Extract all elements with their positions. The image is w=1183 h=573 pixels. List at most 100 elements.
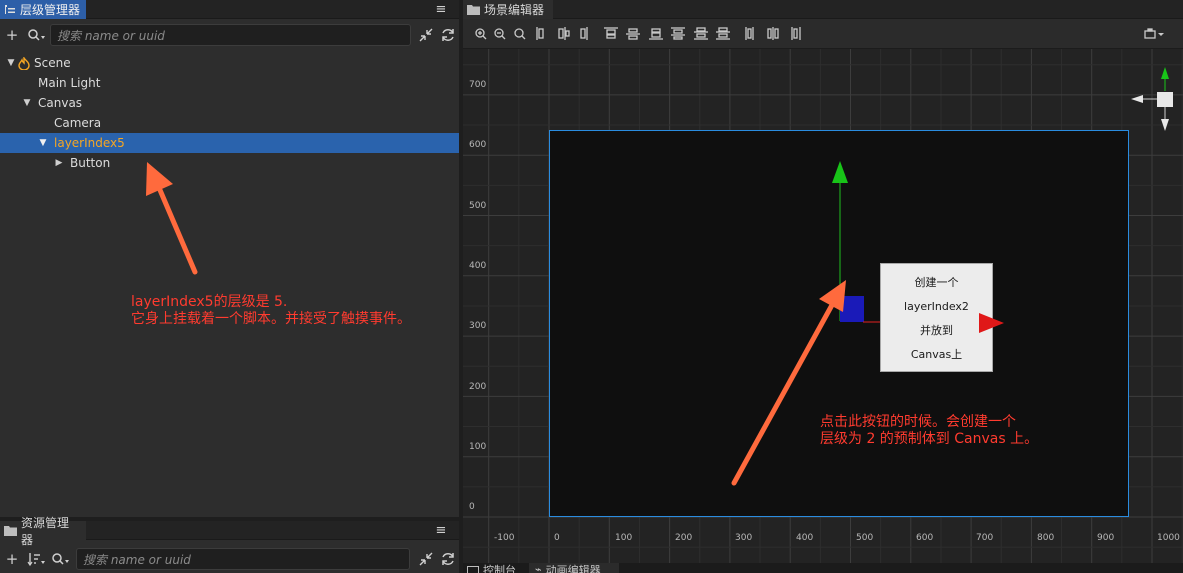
sort-icon[interactable]	[27, 551, 47, 567]
align-left-icon[interactable]	[536, 27, 544, 40]
tree-item-label: Button	[70, 156, 111, 170]
y-up-arrow-icon	[1161, 67, 1169, 79]
hierarchy-tab-label: 层级管理器	[20, 3, 81, 17]
distribute-v-center-icon[interactable]	[694, 27, 708, 40]
y-tick-label: 700	[469, 80, 487, 90]
add-icon[interactable]: +	[4, 26, 20, 44]
tab-animation-editor[interactable]: ⌁ 动画编辑器	[529, 563, 619, 573]
collapse-triangle-icon[interactable]: ▶	[54, 158, 64, 168]
camera-dropdown-icon[interactable]	[1144, 28, 1164, 39]
assets-menu-icon[interactable]: ≡	[432, 521, 450, 539]
tree-item-button[interactable]: ▶ Button	[0, 153, 459, 173]
hierarchy-tabbar: 层级管理器 ≡	[0, 0, 459, 19]
zoom-out-icon[interactable]	[494, 28, 506, 40]
tab-console-label: 控制台	[483, 564, 516, 573]
hierarchy-tab[interactable]: 层级管理器	[0, 0, 87, 19]
scene-editor-tab-label: 场景编辑器	[484, 3, 545, 17]
y-tick-label: 200	[469, 382, 487, 392]
tree-item-label: Main Light	[38, 76, 101, 90]
x-tick-label: 0	[554, 533, 560, 543]
x-tick-label: 300	[735, 533, 753, 543]
scene-viewport[interactable]: 700 600 500 400 300 200 100 0 -100 0 100…	[463, 49, 1183, 563]
tree-item-scene[interactable]: ▼ Scene	[0, 53, 459, 73]
annotation-right: 点击此按钮的时候。会创建一个 层级为 2 的预制体到 Canvas 上。	[820, 414, 1038, 448]
x-tick-label: 800	[1037, 533, 1055, 543]
tree-item-canvas[interactable]: ▼ Canvas	[0, 93, 459, 113]
annotation-left: layerIndex5的层级是 5. 它身上挂载着一个脚本。并接受了触摸事件。	[131, 294, 411, 328]
canvas-bounds[interactable]	[549, 130, 1129, 517]
x-tick-label: 600	[916, 533, 934, 543]
tree-item-layerindex5[interactable]: ▼ layerIndex5	[0, 133, 459, 153]
assets-tabbar: 资源管理器 ≡	[0, 516, 459, 547]
zoom-reset-icon[interactable]	[514, 28, 526, 40]
scene-toolbar	[463, 19, 1183, 49]
tree-item-label: Camera	[54, 116, 102, 130]
collapse-all-icon[interactable]	[418, 27, 434, 43]
expand-triangle-icon[interactable]: ▼	[38, 138, 48, 148]
annotation-left-line: layerIndex5的层级是 5.	[131, 294, 288, 310]
add-icon[interactable]: +	[4, 550, 20, 568]
scene-icon	[18, 55, 30, 71]
hierarchy-toolbar: + 搜索 name or uuid	[0, 20, 459, 50]
tree-item-label: layerIndex5	[54, 136, 125, 150]
view-orientation-gizmo[interactable]	[1129, 65, 1183, 145]
annotation-left-line: 它身上挂载着一个脚本。并接受了触摸事件。	[131, 311, 411, 327]
folder-icon	[4, 525, 17, 536]
x-tick-label: 200	[675, 533, 693, 543]
distribute-bottom-icon[interactable]	[716, 27, 730, 40]
assets-search-input[interactable]: 搜索 name or uuid	[76, 548, 410, 570]
tree-item-label: Scene	[34, 56, 71, 70]
x-tick-label: 500	[856, 533, 874, 543]
x-tick-label: 700	[976, 533, 994, 543]
x-tick-label: 400	[796, 533, 814, 543]
expand-triangle-icon[interactable]: ▼	[22, 98, 32, 108]
scene-editor-tab[interactable]: 场景编辑器	[463, 0, 553, 19]
assets-tab[interactable]: 资源管理器	[0, 516, 86, 547]
tree-item-label: Canvas	[38, 96, 83, 110]
hierarchy-search-input[interactable]: 搜索 name or uuid	[50, 24, 411, 46]
search-filter-icon[interactable]	[51, 551, 71, 567]
x-tick-label: -100	[494, 533, 515, 543]
distribute-top-icon[interactable]	[671, 27, 685, 40]
collapse-all-icon[interactable]	[418, 551, 434, 567]
search-filter-icon[interactable]	[27, 27, 47, 43]
y-tick-label: 0	[469, 502, 475, 512]
assets-panel: 资源管理器 ≡ + 搜索 name or uuid	[0, 516, 459, 573]
hierarchy-icon	[4, 4, 16, 16]
bottom-tabbar: 控制台 ⌁ 动画编辑器	[463, 563, 1183, 573]
tab-console[interactable]: 控制台	[467, 563, 516, 573]
align-right-icon[interactable]	[580, 27, 588, 40]
x-tick-label: 1000	[1157, 533, 1180, 543]
distribute-right-icon[interactable]	[791, 27, 801, 40]
expand-triangle-icon[interactable]: ▼	[6, 58, 16, 68]
y-tick-label: 100	[469, 442, 487, 452]
distribute-left-icon[interactable]	[745, 27, 754, 40]
console-icon	[467, 566, 479, 573]
y-tick-label: 400	[469, 261, 487, 271]
hierarchy-panel: 层级管理器 ≡ + 搜索 name or uuid ▼ Scene Main L…	[0, 0, 459, 517]
distribute-h-center-icon[interactable]	[767, 27, 779, 40]
zoom-in-icon[interactable]	[475, 28, 487, 40]
annotation-right-line: 点击此按钮的时候。会创建一个	[820, 414, 1016, 430]
button-node[interactable]: 创建一个 layerIndex2 并放到 Canvas上	[880, 263, 993, 372]
x-tick-label: 900	[1097, 533, 1115, 543]
refresh-icon[interactable]	[440, 27, 456, 43]
tab-animation-label: 动画编辑器	[545, 564, 601, 573]
scene-tabbar: 场景编辑器	[463, 0, 1183, 19]
align-v-center-icon[interactable]	[626, 28, 640, 40]
button-node-line: Canvas上	[910, 348, 963, 361]
scene-editor-panel: 场景编辑器 700 600 500 400 300 200 100 0 -100…	[463, 0, 1183, 573]
x-tick-label: 100	[615, 533, 633, 543]
refresh-icon[interactable]	[440, 551, 456, 567]
tree-item-camera[interactable]: Camera	[0, 113, 459, 133]
align-top-icon[interactable]	[604, 27, 618, 39]
hierarchy-menu-icon[interactable]: ≡	[432, 0, 450, 18]
tree-item-main-light[interactable]: Main Light	[0, 73, 459, 93]
annotation-right-line: 层级为 2 的预制体到 Canvas 上。	[820, 431, 1039, 447]
align-bottom-icon[interactable]	[649, 28, 663, 40]
y-tick-label: 500	[469, 201, 487, 211]
button-node-line: layerIndex2	[904, 299, 969, 313]
align-h-center-icon[interactable]	[558, 27, 570, 40]
folder-icon	[467, 4, 480, 15]
animation-icon: ⌁	[535, 563, 542, 573]
